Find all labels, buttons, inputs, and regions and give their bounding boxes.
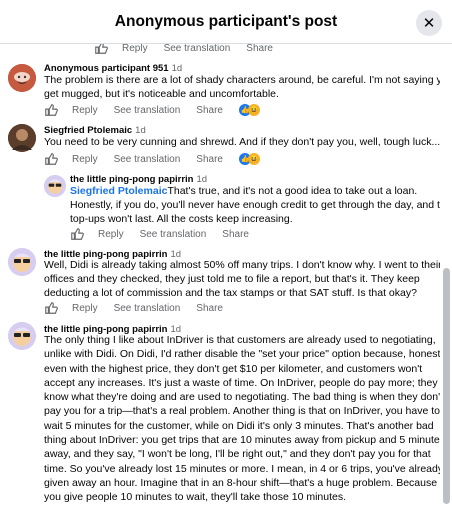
comment-actions: Reply See translation Share 👍 😆 <box>44 103 260 117</box>
comment-text: The problem is there are a lot of shady … <box>44 74 440 100</box>
like-icon[interactable] <box>44 152 58 166</box>
see-translation-link[interactable]: See translation <box>164 44 231 54</box>
close-button[interactable]: ✕ <box>416 10 442 36</box>
laugh-reaction-icon: 😆 <box>247 153 260 165</box>
reply-link[interactable]: Reply <box>72 303 98 314</box>
laugh-reaction-icon: 😆 <box>247 104 260 116</box>
avatar[interactable] <box>8 124 36 152</box>
avatar[interactable] <box>8 64 36 92</box>
sunglasses-avatar-icon <box>8 322 36 350</box>
reply-link[interactable]: Reply <box>72 154 98 165</box>
like-icon[interactable] <box>70 227 84 241</box>
comment-text: Well, Didi is already taking almost 50% … <box>44 259 440 299</box>
see-translation-link[interactable]: See translation <box>140 229 207 240</box>
avatar[interactable] <box>8 248 36 276</box>
like-icon[interactable] <box>94 44 108 55</box>
comment-text: Siegfried PtolemaicThat's true, and it's… <box>70 185 440 225</box>
comment-actions: Reply See translation Share <box>44 301 239 315</box>
sunglasses-avatar-icon <box>8 248 36 276</box>
comment-actions: Reply See translation Share <box>70 227 265 241</box>
comment-actions: Reply See translation Share <box>94 44 289 55</box>
post-header: Anonymous participant's post ✕ <box>0 0 452 44</box>
reaction-summary[interactable]: 👍 😆 <box>238 153 260 165</box>
scrollbar-thumb[interactable] <box>443 268 450 504</box>
comment-text: The only thing I like about InDriver is … <box>44 334 440 504</box>
anonymous-avatar-icon <box>8 64 36 92</box>
like-icon[interactable] <box>44 103 58 117</box>
avatar[interactable] <box>8 322 36 350</box>
reply-link[interactable]: Reply <box>122 44 148 54</box>
reply-link[interactable]: Reply <box>98 229 124 240</box>
see-translation-link[interactable]: See translation <box>114 303 181 314</box>
share-link[interactable]: Share <box>196 154 223 165</box>
like-icon[interactable] <box>44 301 58 315</box>
share-link[interactable]: Share <box>222 229 249 240</box>
avatar[interactable] <box>44 175 66 197</box>
close-icon: ✕ <box>422 15 436 32</box>
mention-link[interactable]: Siegfried Ptolemaic <box>70 185 167 197</box>
page-title: Anonymous participant's post <box>114 13 338 30</box>
see-translation-link[interactable]: See translation <box>114 154 181 165</box>
share-link[interactable]: Share <box>196 105 223 116</box>
reply-link[interactable]: Reply <box>72 105 98 116</box>
comments-feed[interactable]: Reply See translation Share Anonymous pa… <box>0 44 440 512</box>
reaction-summary[interactable]: 👍 😆 <box>238 104 260 116</box>
share-link[interactable]: Share <box>246 44 273 54</box>
share-link[interactable]: Share <box>196 303 223 314</box>
sunglasses-avatar-icon <box>44 175 66 197</box>
see-translation-link[interactable]: See translation <box>114 105 181 116</box>
comment-actions: Reply See translation Share 👍 😆 <box>44 152 260 166</box>
comment-text: You need to be very cunning and shrewd. … <box>44 136 440 148</box>
profile-photo-icon <box>8 124 36 152</box>
